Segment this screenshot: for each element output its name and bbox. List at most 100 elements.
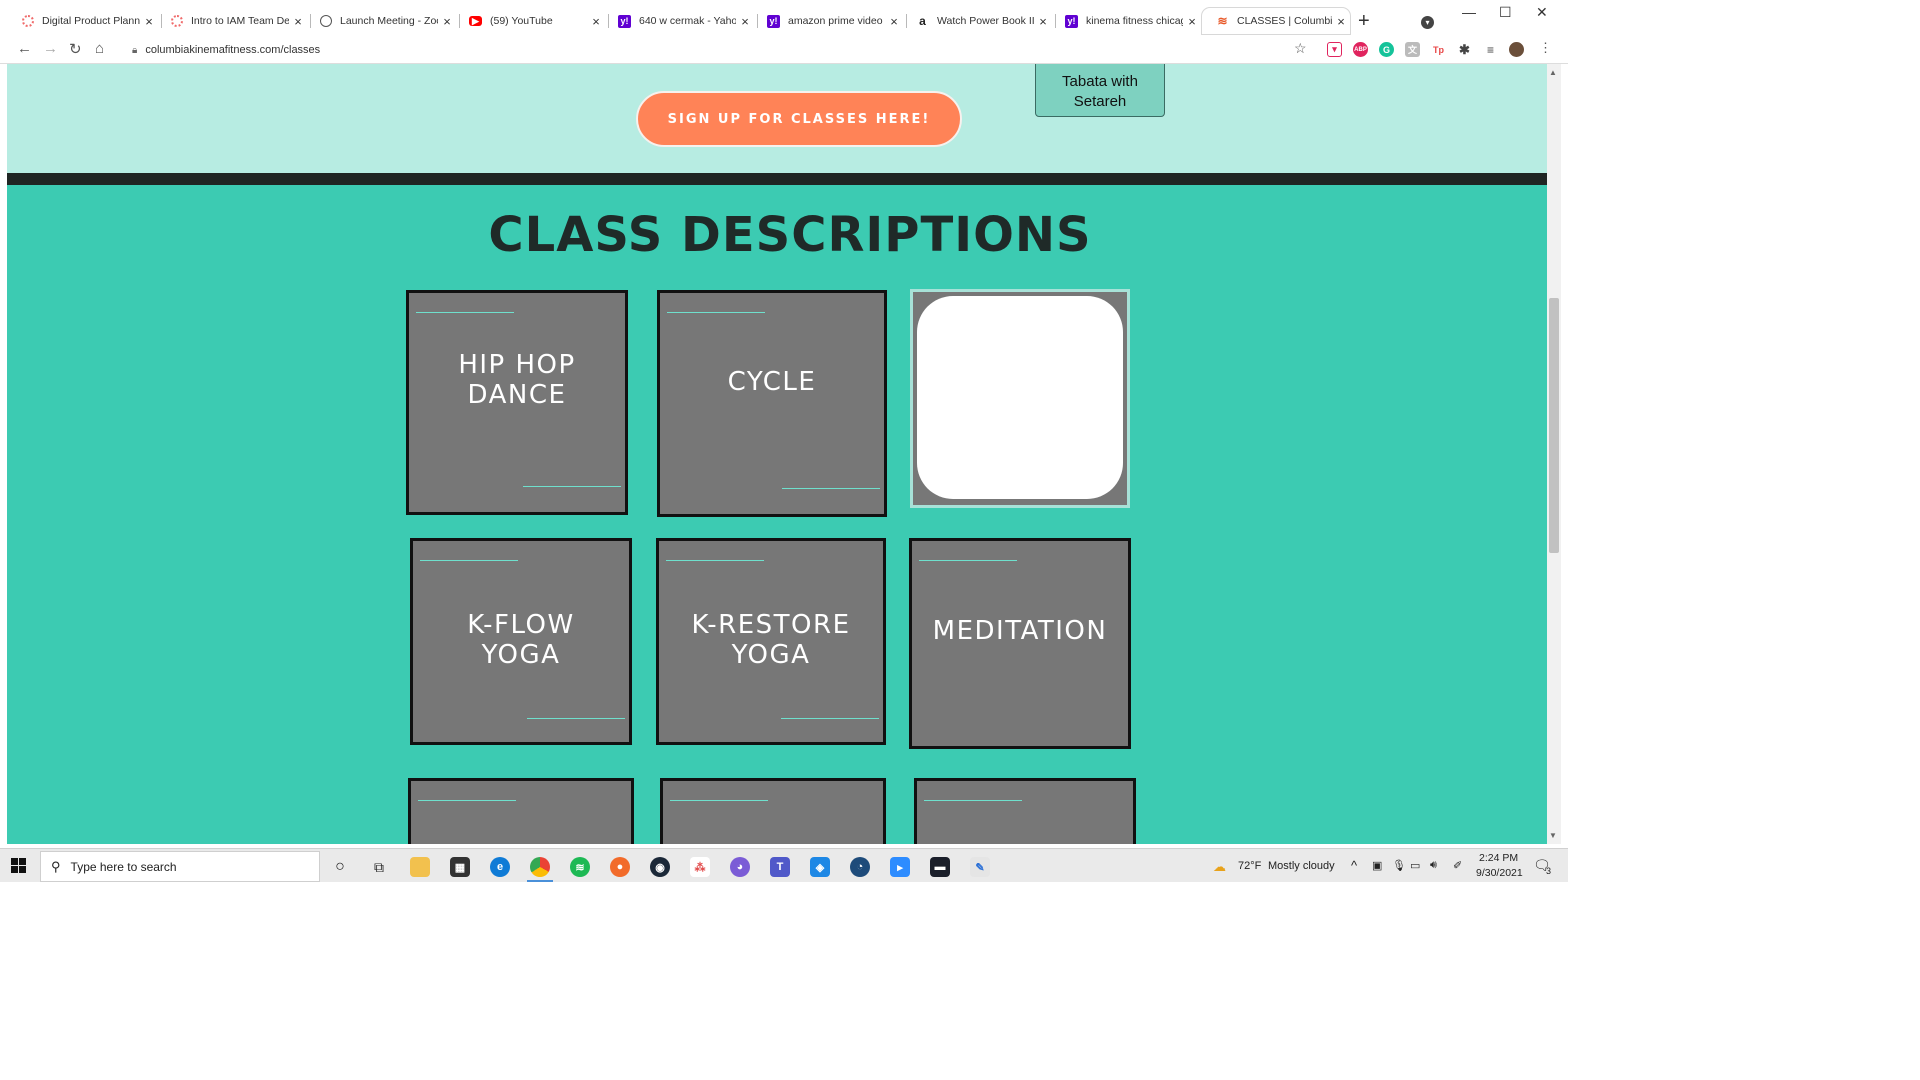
card-accent-line (919, 560, 1017, 561)
close-icon[interactable]: × (885, 14, 903, 29)
asana-icon (171, 15, 183, 27)
browser-tab-strip: Digital Product Planni × Intro to IAM Te… (0, 0, 1568, 41)
maps-app-icon[interactable]: ● (610, 857, 630, 877)
maximize-button[interactable]: ☐ (1499, 4, 1512, 21)
tabata-class-card[interactable]: Tabata with Setareh (1035, 64, 1165, 117)
tab-launch-meeting[interactable]: Launch Meeting - Zoo × (306, 8, 456, 34)
reading-list-icon[interactable]: ≡ (1483, 42, 1498, 57)
tab-search-button[interactable]: ▾ (1421, 12, 1441, 32)
close-icon[interactable]: × (289, 14, 307, 29)
tp-extension-icon[interactable]: Tp (1431, 42, 1446, 57)
close-window-button[interactable]: ✕ (1536, 4, 1548, 21)
taskbar-search-box[interactable]: ⚲ Type here to search (40, 851, 320, 882)
chrome-icon[interactable] (530, 857, 550, 877)
file-explorer-icon[interactable] (410, 857, 430, 877)
adblock-extension-icon[interactable]: ABP (1353, 42, 1368, 57)
puzzle-icon[interactable]: ✱ (1457, 42, 1472, 57)
edge-icon[interactable]: e (490, 857, 510, 877)
windows-start-button[interactable] (11, 858, 27, 874)
tab-kinema-fitness[interactable]: y! kinema fitness chicag × (1051, 8, 1201, 34)
close-icon[interactable]: × (140, 14, 158, 29)
home-button[interactable]: ⌂ (95, 40, 104, 57)
close-icon[interactable]: × (1183, 14, 1201, 29)
store-icon[interactable]: ▦ (450, 857, 470, 877)
tabata-instructor: Setareh (1073, 92, 1127, 110)
signup-section: SIGN UP FOR CLASSES HERE! Tabata with Se… (7, 64, 1547, 173)
microphone-icon[interactable]: 🎙︎ (1392, 859, 1406, 872)
forward-button[interactable]: → (43, 40, 58, 57)
tab-640-w-cermak[interactable]: y! 640 w cermak - Yahoo × (604, 8, 754, 34)
profile-avatar[interactable] (1509, 42, 1524, 57)
tab-watch-power-book[interactable]: a Watch Power Book III: × (902, 8, 1052, 34)
class-card-meditation[interactable]: MEDITATION (909, 538, 1131, 749)
card-accent-line (420, 560, 518, 561)
close-icon[interactable]: × (736, 14, 754, 29)
volume-icon[interactable]: 🔊︎ (1430, 859, 1437, 872)
new-tab-button[interactable]: + (1358, 10, 1370, 33)
clock-date[interactable]: 9/30/2021 (1476, 867, 1523, 879)
scroll-up-arrow[interactable]: ▲ (1549, 68, 1557, 77)
browser-toolbar: ← → ↻ ⌂ 🔒︎ columbiakinemafitness.com/cla… (0, 37, 1568, 64)
app-circle-icon[interactable]: ◔ (850, 857, 870, 877)
paint-icon[interactable]: ✎ (970, 857, 990, 877)
class-card-partial[interactable] (914, 778, 1136, 844)
class-card-cycle[interactable]: CYCLE (657, 290, 887, 517)
class-card-k-flow-yoga[interactable]: K-FLOW YOGA (410, 538, 632, 745)
network-icon[interactable]: ▭ (1410, 859, 1420, 872)
minimize-button[interactable]: — (1462, 4, 1476, 20)
task-view-icon[interactable]: ⧉ (369, 857, 389, 877)
pocket-extension-icon[interactable]: ▾ (1327, 42, 1342, 57)
terminal-icon[interactable]: ▬ (930, 857, 950, 877)
close-icon[interactable]: × (1332, 14, 1350, 29)
clock-time[interactable]: 2:24 PM (1479, 852, 1518, 864)
section-title: CLASS DESCRIPTIONS (488, 207, 1092, 263)
yahoo-icon: y! (767, 14, 780, 28)
chevron-up-icon[interactable]: ^ (1351, 858, 1357, 873)
sign-up-button[interactable]: SIGN UP FOR CLASSES HERE! (636, 91, 962, 147)
class-card-title: K-RESTORE YOGA (691, 610, 851, 670)
card-accent-line (523, 486, 621, 487)
tab-digital-product-planning[interactable]: Digital Product Planni × (8, 8, 158, 34)
pen-icon[interactable]: ✐ (1453, 859, 1462, 872)
discord-icon[interactable]: ◕ (730, 857, 750, 877)
class-card-k-restore-yoga[interactable]: K-RESTORE YOGA (656, 538, 886, 745)
weather-text[interactable]: Mostly cloudy (1268, 860, 1335, 872)
translate-extension-icon[interactable]: 文 (1405, 42, 1420, 57)
scrollbar-thumb[interactable] (1549, 298, 1559, 553)
menu-kebab-icon[interactable]: ⋮ (1539, 40, 1552, 56)
card-accent-line (667, 312, 765, 313)
camera-icon[interactable]: ▣ (1372, 859, 1382, 872)
grammarly-extension-icon[interactable]: G (1379, 42, 1394, 57)
class-card-title: CYCLE (727, 367, 817, 397)
steam-icon[interactable]: ◉ (650, 857, 670, 877)
reload-button[interactable]: ↻ (69, 40, 82, 58)
spotify-icon[interactable]: ≋ (570, 857, 590, 877)
remote-desktop-icon[interactable]: ◈ (810, 857, 830, 877)
tab-classes-columbia[interactable]: ≋ CLASSES | Columbia C × (1202, 8, 1350, 34)
zoom-icon[interactable]: ▸ (890, 857, 910, 877)
weather-icon: ☁ (1213, 859, 1226, 874)
back-button[interactable]: ← (17, 40, 32, 57)
bookmark-star-icon[interactable]: ☆ (1294, 40, 1307, 57)
card-accent-line (527, 718, 625, 719)
close-icon[interactable]: × (438, 14, 456, 29)
address-bar[interactable]: 🔒︎ columbiakinemafitness.com/classes (120, 37, 1316, 63)
tab-amazon-prime-video[interactable]: y! amazon prime video - × (753, 8, 903, 34)
class-card-hip-hop-dance[interactable]: HIP HOP DANCE (406, 290, 628, 515)
teams-icon[interactable]: T (770, 857, 790, 877)
tab-youtube[interactable]: ▶ (59) YouTube × (455, 8, 605, 34)
close-icon[interactable]: × (1034, 14, 1052, 29)
card-accent-line (781, 718, 879, 719)
section-divider (7, 173, 1547, 185)
class-card-partial[interactable] (660, 778, 886, 844)
tab-intro-to-iam[interactable]: Intro to IAM Team De × (157, 8, 307, 34)
card-accent-line (666, 560, 764, 561)
class-card-hovered[interactable] (910, 289, 1130, 508)
card-accent-line (418, 800, 516, 801)
class-card-partial[interactable] (408, 778, 634, 844)
weather-temp[interactable]: 72°F (1238, 860, 1261, 872)
cortana-icon[interactable]: ○ (330, 857, 350, 877)
scroll-down-arrow[interactable]: ▼ (1549, 831, 1557, 840)
close-icon[interactable]: × (587, 14, 605, 29)
asana-app-icon[interactable]: ⁂ (690, 857, 710, 877)
